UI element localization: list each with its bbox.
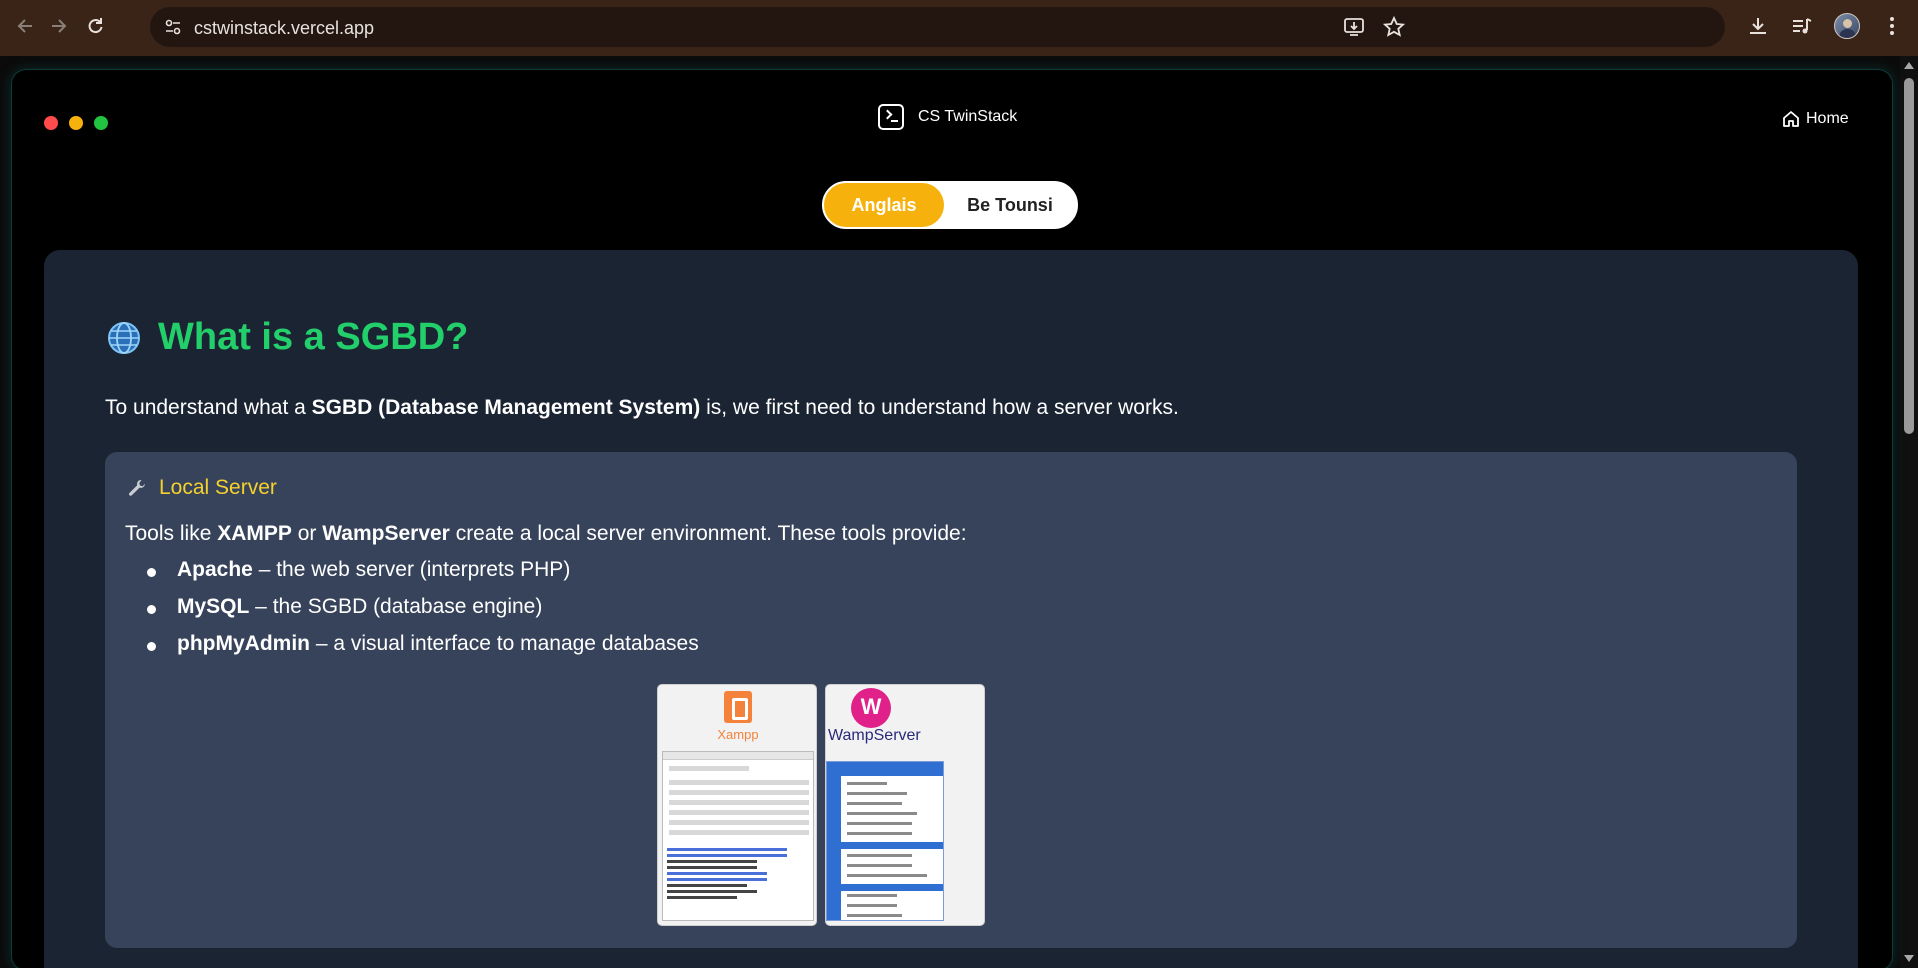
forward-button[interactable] — [42, 10, 74, 42]
lesson-panel: What is a SGBD? To understand what a SGB… — [44, 250, 1858, 968]
back-button[interactable] — [10, 10, 42, 42]
tool-desc: – the SGBD (database engine) — [249, 595, 543, 618]
brand-name: CS TwinStack — [918, 108, 1018, 125]
lead-part-2: or — [291, 522, 323, 545]
window-maximize-dot — [94, 116, 108, 130]
xampp-caption: Xampp — [717, 727, 759, 742]
scroll-up-arrow-icon[interactable] — [1904, 62, 1914, 69]
section-heading: What is a SGBD? — [106, 316, 468, 359]
window-close-dot — [44, 116, 58, 130]
brand[interactable]: CS TwinStack — [878, 103, 1017, 131]
wampserver-screenshot[interactable]: WampServer — [825, 684, 985, 926]
site-info-button[interactable] — [162, 16, 184, 38]
bookmark-button[interactable] — [1382, 15, 1406, 39]
list-item: MySQL – the SGBD (database engine) — [147, 595, 699, 632]
tool-name: Apache — [177, 558, 253, 581]
wampserver-menu — [826, 761, 944, 921]
tool-desc: – the web server (interprets PHP) — [252, 558, 571, 581]
card-lead-paragraph: Tools like XAMPP or WampServer create a … — [125, 522, 967, 546]
xampp-logo-icon — [724, 691, 752, 723]
page-title: What is a SGBD? — [158, 316, 469, 358]
tool-desc: – a visual interface to manage databases — [309, 632, 699, 655]
window-minimize-dot — [69, 116, 83, 130]
address-bar[interactable]: cstwinstack.vercel.app — [150, 7, 1725, 47]
terminal-icon — [878, 104, 904, 130]
kebab-menu-icon — [1890, 17, 1894, 35]
wampserver-logo-icon — [851, 688, 891, 728]
profile-avatar[interactable] — [1834, 13, 1860, 39]
url-text: cstwinstack.vercel.app — [194, 18, 375, 38]
intro-paragraph: To understand what a SGBD (Database Mana… — [105, 396, 1179, 420]
intro-bold: SGBD (Database Management System) — [311, 396, 701, 419]
lead-bold-wampserver: WampServer — [322, 522, 450, 545]
wrench-icon — [129, 480, 145, 496]
card-heading: Local Server — [127, 476, 277, 500]
star-icon — [1383, 16, 1405, 37]
install-app-button[interactable] — [1342, 15, 1366, 39]
app-window: CS TwinStack Home Anglais Be Tounsi What… — [12, 70, 1892, 968]
scroll-thumb[interactable] — [1904, 78, 1914, 434]
language-option-be-tounsi[interactable]: Be Tounsi — [944, 183, 1076, 227]
language-toggle: Anglais Be Tounsi — [822, 181, 1078, 229]
intro-text-start: To understand what a — [105, 396, 312, 419]
tool-name: MySQL — [177, 595, 250, 618]
home-label: Home — [1806, 110, 1849, 127]
scroll-down-arrow-icon[interactable] — [1904, 955, 1914, 962]
xampp-control-panel-window — [662, 751, 814, 921]
lead-part-1: Tools like — [125, 522, 218, 545]
card-title: Local Server — [159, 476, 277, 499]
download-icon — [1750, 18, 1766, 34]
media-queue-icon — [1793, 18, 1812, 34]
install-app-icon — [1344, 18, 1364, 36]
home-icon — [1783, 111, 1799, 127]
tools-list: Apache – the web server (interprets PHP)… — [147, 558, 699, 669]
lead-bold-xampp: XAMPP — [217, 522, 292, 545]
arrow-left-icon — [17, 19, 32, 33]
arrow-right-icon — [52, 19, 67, 33]
intro-text-end: is, we first need to understand how a se… — [700, 396, 1179, 419]
page-scrollbar[interactable] — [1900, 56, 1918, 968]
local-server-card: Local Server Tools like XAMPP or WampSer… — [105, 452, 1797, 948]
list-item: Apache – the web server (interprets PHP) — [147, 558, 699, 595]
reload-button[interactable] — [79, 10, 111, 42]
downloads-button[interactable] — [1744, 12, 1772, 40]
home-link[interactable]: Home — [1782, 110, 1849, 128]
browser-toolbar: cstwinstack.vercel.app — [0, 0, 1918, 56]
globe-icon — [108, 321, 140, 354]
list-item: phpMyAdmin – a visual interface to manag… — [147, 632, 699, 669]
lead-part-3: create a local server environment. These… — [449, 522, 967, 545]
xampp-screenshot[interactable]: Xampp — [657, 684, 817, 926]
reload-icon — [88, 18, 103, 34]
media-queue-button[interactable] — [1788, 12, 1816, 40]
language-option-anglais[interactable]: Anglais — [824, 183, 944, 227]
tool-name: phpMyAdmin — [177, 632, 310, 655]
tune-icon — [165, 19, 181, 35]
wampserver-caption: WampServer — [828, 727, 921, 744]
browser-menu-button[interactable] — [1878, 12, 1906, 40]
